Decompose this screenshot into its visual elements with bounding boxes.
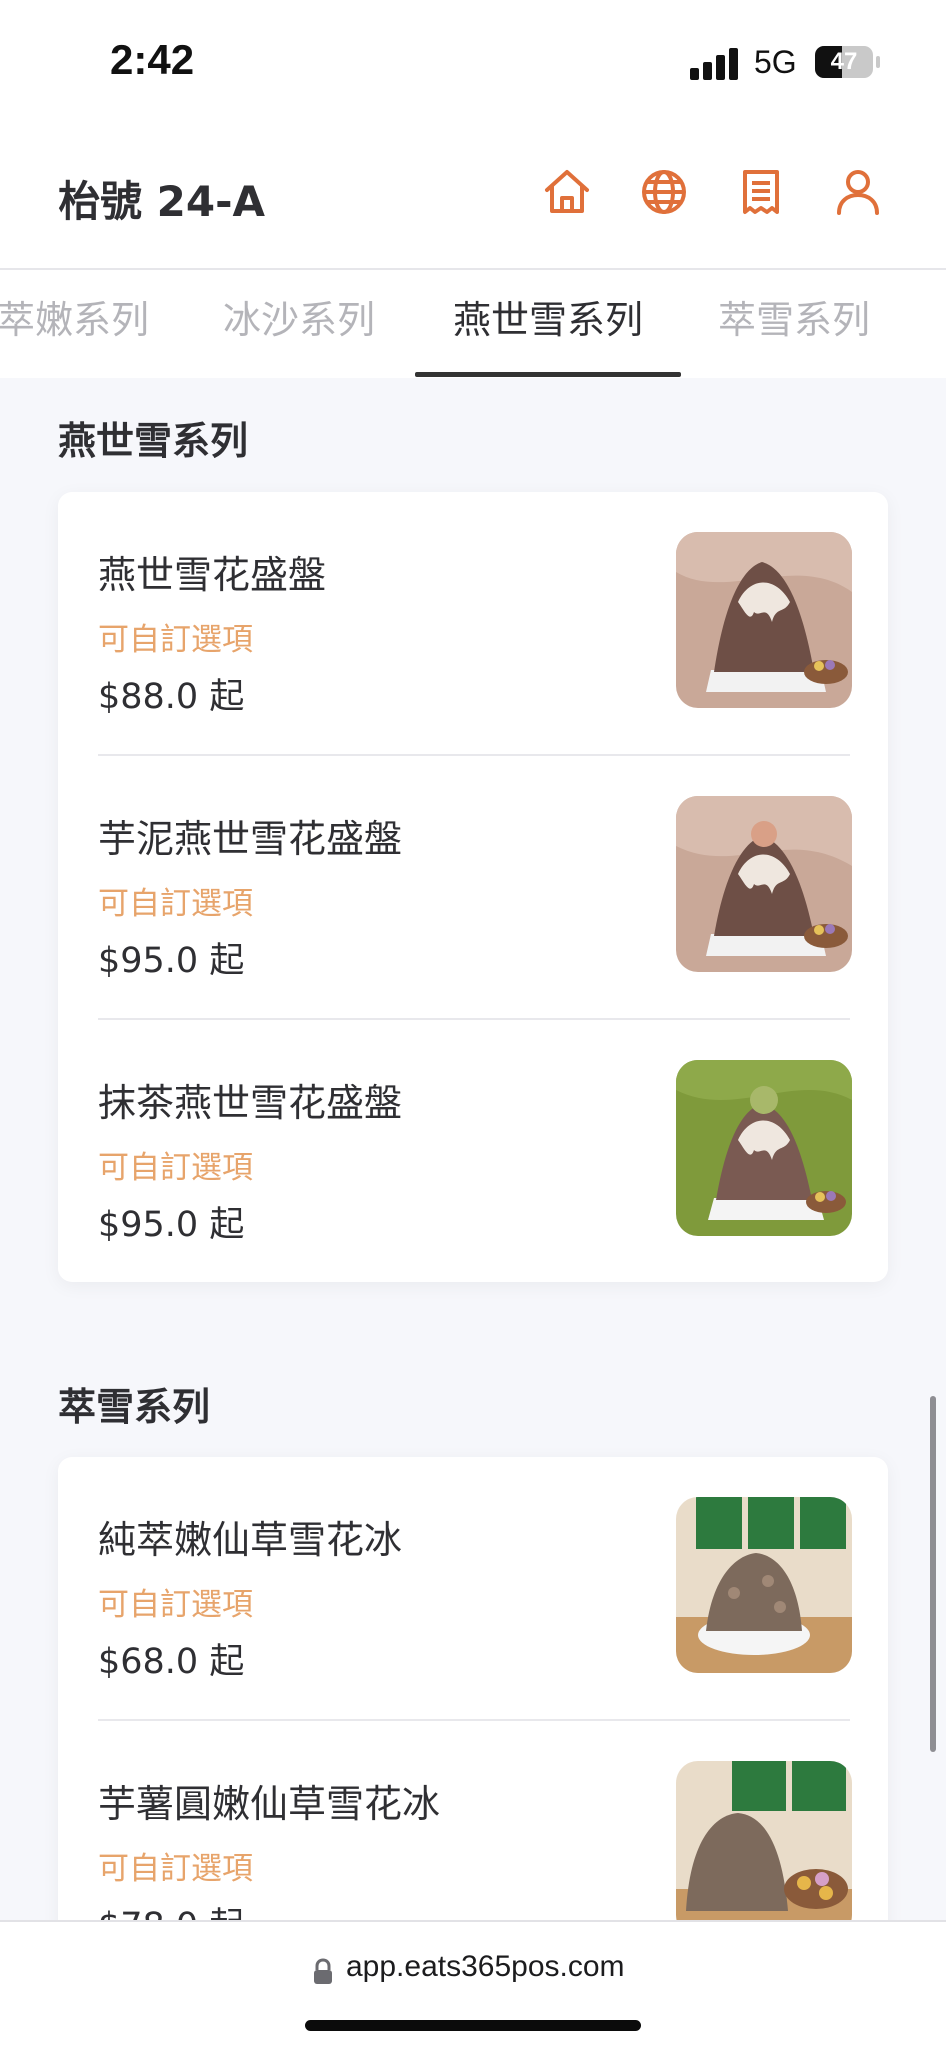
category-tabs: 萃嫩系列 冰沙系列 燕世雪系列 萃雪系列 bbox=[0, 270, 946, 378]
item-price: $95.0 起 bbox=[98, 941, 245, 981]
menu-item[interactable]: 抹茶燕世雪花盛盤 可自訂選項 $95.0 起 bbox=[58, 1020, 888, 1282]
item-option-label: 可自訂選項 bbox=[98, 886, 253, 922]
home-indicator bbox=[305, 2020, 641, 2031]
section-title: 燕世雪系列 bbox=[58, 419, 249, 463]
item-name: 抹茶燕世雪花盛盤 bbox=[98, 1081, 403, 1125]
section-title: 萃雪系列 bbox=[58, 1385, 211, 1429]
tab-cuinen[interactable]: 萃嫩系列 bbox=[0, 270, 154, 378]
signal-icon bbox=[690, 48, 742, 80]
menu-card: 燕世雪花盛盤 可自訂選項 $88.0 起 芋泥燕世雪花盛盤 可自訂選項 $95.… bbox=[58, 492, 888, 1282]
item-option-label: 可自訂選項 bbox=[98, 1851, 253, 1887]
item-option-label: 可自訂選項 bbox=[98, 1150, 253, 1186]
scrollbar[interactable] bbox=[930, 1396, 936, 1752]
browser-url-bar[interactable]: app.eats365pos.com bbox=[0, 1920, 946, 2050]
status-bar: 2:42 5G 47 bbox=[0, 0, 946, 120]
item-photo bbox=[676, 1761, 852, 1937]
lock-icon bbox=[312, 1958, 334, 1986]
table-number: 枱號 24-A bbox=[58, 177, 266, 226]
item-price: $88.0 起 bbox=[98, 677, 245, 717]
item-name: 純萃嫩仙草雪花冰 bbox=[98, 1518, 403, 1562]
item-photo bbox=[676, 796, 852, 972]
battery-level: 47 bbox=[830, 48, 858, 75]
menu-item[interactable]: 純萃嫩仙草雪花冰 可自訂選項 $68.0 起 bbox=[58, 1457, 888, 1719]
active-tab-indicator bbox=[415, 372, 681, 377]
tab-yanshixue[interactable]: 燕世雪系列 bbox=[415, 270, 681, 378]
item-price: $68.0 起 bbox=[98, 1642, 245, 1682]
item-price: $95.0 起 bbox=[98, 1205, 245, 1245]
item-photo bbox=[676, 532, 852, 708]
item-name: 燕世雪花盛盤 bbox=[98, 553, 327, 597]
receipt-icon[interactable] bbox=[734, 165, 788, 219]
battery-tip bbox=[876, 56, 880, 68]
globe-icon[interactable] bbox=[637, 165, 691, 219]
app-header: 枱號 24-A bbox=[0, 120, 946, 270]
network-label: 5G bbox=[754, 44, 797, 80]
tab-smoothie[interactable]: 冰沙系列 bbox=[218, 270, 380, 378]
menu-item[interactable]: 芋泥燕世雪花盛盤 可自訂選項 $95.0 起 bbox=[58, 756, 888, 1018]
item-photo bbox=[676, 1497, 852, 1673]
battery-icon: 47 bbox=[815, 46, 873, 78]
menu-item[interactable]: 燕世雪花盛盤 可自訂選項 $88.0 起 bbox=[58, 492, 888, 754]
item-photo bbox=[676, 1060, 852, 1236]
item-name: 芋泥燕世雪花盛盤 bbox=[98, 817, 403, 861]
home-icon[interactable] bbox=[540, 165, 594, 219]
status-time: 2:42 bbox=[110, 36, 195, 83]
item-name: 芋薯圓嫩仙草雪花冰 bbox=[98, 1782, 441, 1826]
item-option-label: 可自訂選項 bbox=[98, 1587, 253, 1623]
item-option-label: 可自訂選項 bbox=[98, 622, 253, 658]
user-icon[interactable] bbox=[831, 165, 885, 219]
url-text[interactable]: app.eats365pos.com bbox=[346, 1950, 625, 1984]
tab-cuixue[interactable]: 萃雪系列 bbox=[713, 270, 875, 378]
